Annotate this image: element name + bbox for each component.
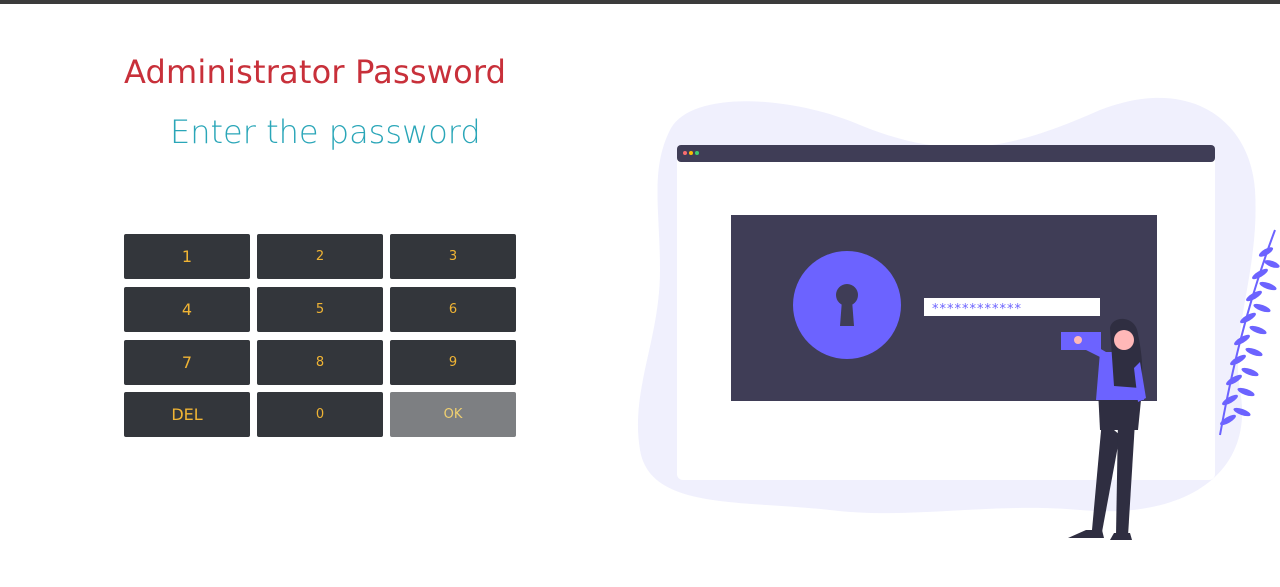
key-7-button[interactable]: 7 xyxy=(124,340,250,385)
browser-title-bar xyxy=(677,145,1215,162)
page-title: Administrator Password xyxy=(124,53,507,91)
key-0-button[interactable]: 0 xyxy=(257,392,383,437)
key-2-button[interactable]: 2 xyxy=(257,234,383,279)
window-dot-yellow xyxy=(689,151,693,155)
key-9-button[interactable]: 9 xyxy=(390,340,516,385)
page-subtitle: Enter the password xyxy=(170,113,481,151)
top-border xyxy=(0,0,1280,4)
ok-button[interactable]: OK xyxy=(390,392,516,437)
keyhole-slot xyxy=(840,300,854,326)
key-8-button[interactable]: 8 xyxy=(257,340,383,385)
password-mask-text: ************ xyxy=(932,302,1022,317)
window-dot-red xyxy=(683,151,687,155)
password-illustration: ************ xyxy=(637,97,1280,540)
key-1-button[interactable]: 1 xyxy=(124,234,250,279)
window-dot-green xyxy=(695,151,699,155)
delete-button[interactable]: DEL xyxy=(124,392,250,437)
key-5-button[interactable]: 5 xyxy=(257,287,383,332)
key-4-button[interactable]: 4 xyxy=(124,287,250,332)
key-6-button[interactable]: 6 xyxy=(390,287,516,332)
key-3-button[interactable]: 3 xyxy=(390,234,516,279)
